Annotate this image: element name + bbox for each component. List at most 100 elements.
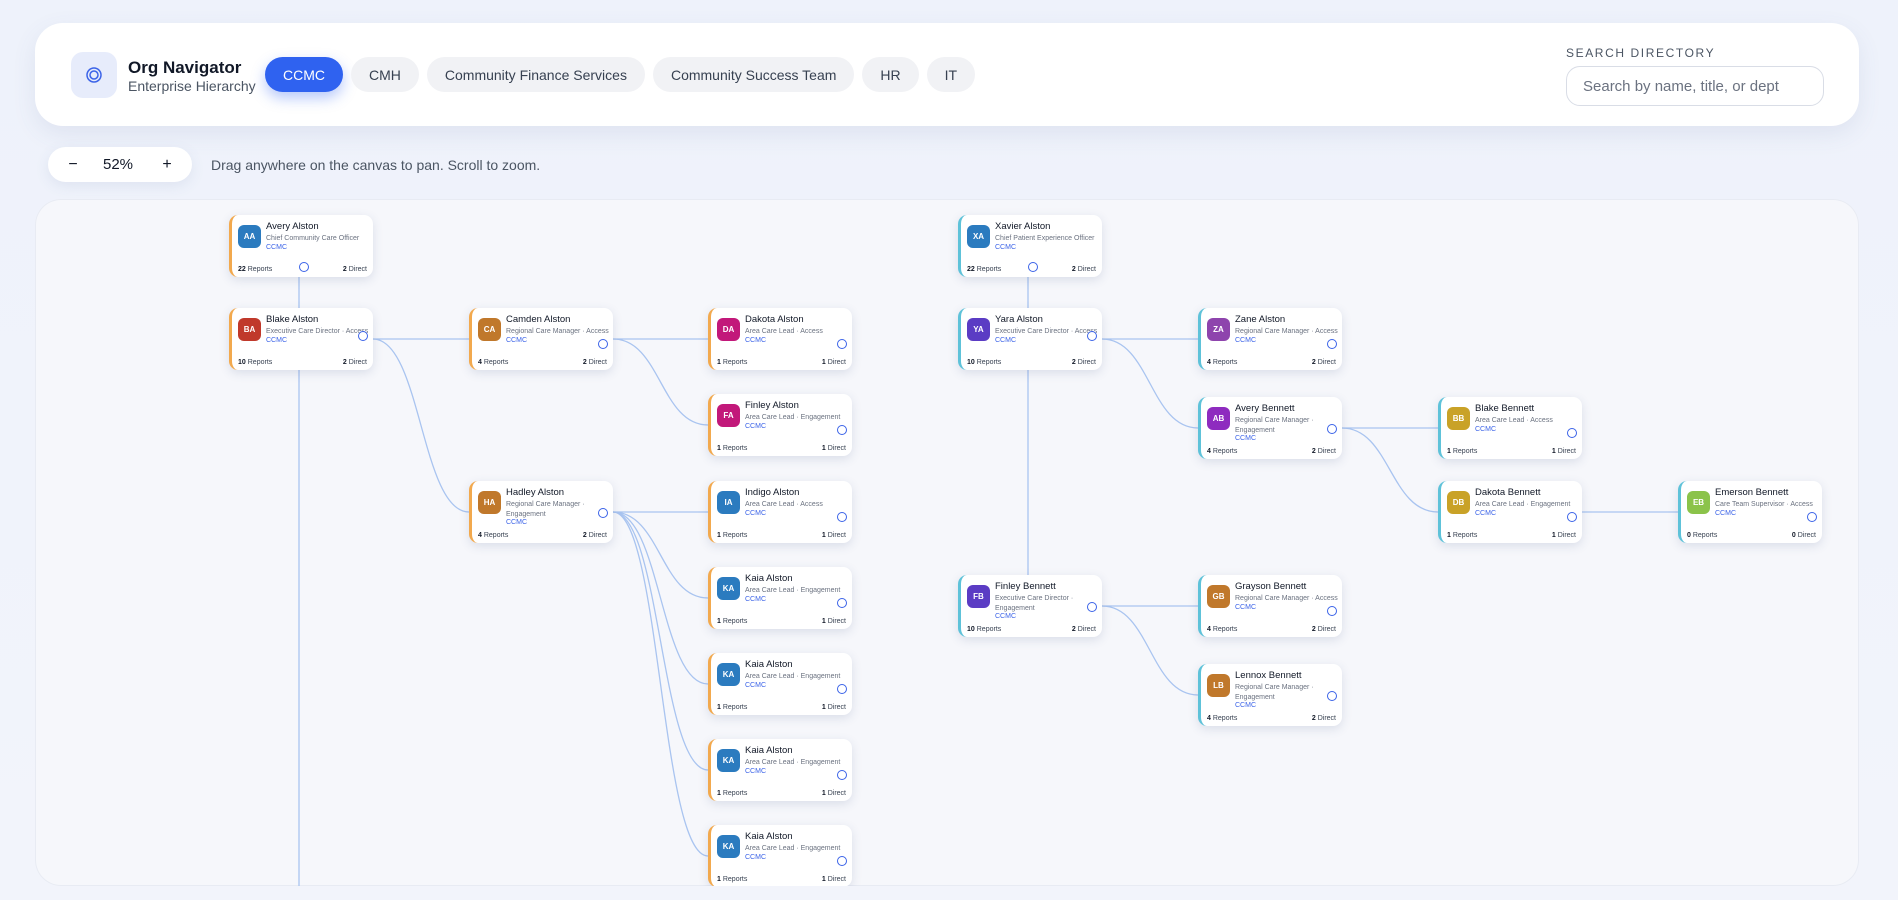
search-input[interactable] [1566,66,1824,106]
org-node-card[interactable]: DA Dakota Alston Area Care Lead · Access CC… [708,308,852,370]
expand-toggle-icon[interactable] [1087,331,1097,341]
reports-label: Reports [722,876,748,883]
direct-value: 2 [1311,715,1316,722]
org-node-card[interactable]: KA Kaia Alston Area Care Lead · Engagement… [708,825,852,886]
reports-count: 10 Reports [967,626,1001,633]
expand-toggle-icon[interactable] [1327,339,1337,349]
org-node-card[interactable]: FA Finley Alston Area Care Lead · Engageme… [708,394,852,456]
org-node-card[interactable]: AB Avery Bennett Regional Care Manager · E… [1198,397,1342,459]
connector-line [1101,605,1199,696]
avatar: ZA [1207,318,1230,341]
zoom-in-button[interactable]: + [155,153,179,177]
node-name: Finley Alston [745,400,799,411]
avatar: AB [1207,407,1230,430]
top-header: Org Navigator Enterprise Hierarchy CCMC … [35,23,1859,126]
reports-value: 10 [967,359,975,366]
node-name: Indigo Alston [745,487,800,498]
avatar: FA [717,404,740,427]
reports-label: Reports [1212,359,1238,366]
node-title: Care Team Supervisor · Access [1715,501,1813,508]
node-name: Kaia Alston [745,831,793,842]
node-department: CCMC [995,243,1016,251]
direct-count: 2 Direct [1072,359,1096,366]
node-title: Executive Care Director · Access [995,328,1098,335]
org-node-card[interactable]: AA Avery Alston Chief Community Care Offic… [229,215,373,277]
node-name: Kaia Alston [745,659,793,670]
direct-count: 1 Direct [822,618,846,625]
org-node-card[interactable]: IA Indigo Alston Area Care Lead · Access CC… [708,481,852,543]
org-node-card[interactable]: CA Camden Alston Regional Care Manager · A… [469,308,613,370]
reports-label: Reports [483,532,509,539]
tab-community-success-team[interactable]: Community Success Team [652,57,855,92]
expand-toggle-icon[interactable] [837,339,847,349]
expand-toggle-icon[interactable] [837,598,847,608]
node-title: Regional Care Manager · Engagement [1235,684,1314,701]
org-node-card[interactable]: EB Emerson Bennett Care Team Supervisor · … [1678,481,1822,543]
node-department: CCMC [995,613,1016,620]
org-node-card[interactable]: LB Lennox Bennett Regional Care Manager · … [1198,664,1342,726]
org-node-card[interactable]: BA Blake Alston Executive Care Director · … [229,308,373,370]
node-department: CCMC [745,422,766,430]
direct-label: Direct [348,266,367,273]
node-department: CCMC [1235,435,1256,442]
org-node-card[interactable]: ZA Zane Alston Regional Care Manager · Acc… [1198,308,1342,370]
app-subtitle: Enterprise Hierarchy [128,78,256,94]
org-node-card[interactable]: KA Kaia Alston Area Care Lead · Engagement… [708,739,852,801]
direct-label: Direct [1077,359,1096,366]
direct-value: 1 [821,704,826,711]
expand-toggle-icon[interactable] [1567,428,1577,438]
org-node-card[interactable]: HA Hadley Alston Regional Care Manager · E… [469,481,613,543]
node-title: Area Care Lead · Access [1475,417,1553,424]
expand-toggle-icon[interactable] [299,262,309,272]
org-node-card[interactable]: KA Kaia Alston Area Care Lead · Engagement… [708,567,852,629]
org-node-card[interactable]: BB Blake Bennett Area Care Lead · Access CC… [1438,397,1582,459]
org-node-card[interactable]: KA Kaia Alston Area Care Lead · Engagement… [708,653,852,715]
tab-it[interactable]: IT [926,57,976,92]
expand-toggle-icon[interactable] [1567,512,1577,522]
org-node-card[interactable]: GB Grayson Bennett Regional Care Manager ·… [1198,575,1342,637]
org-node-card[interactable]: DB Dakota Bennett Area Care Lead · Engagem… [1438,481,1582,543]
expand-toggle-icon[interactable] [1327,606,1337,616]
reports-label: Reports [1212,715,1238,722]
node-name: Avery Alston [266,221,319,232]
zoom-out-button[interactable]: − [61,153,85,177]
avatar: GB [1207,585,1230,608]
reports-value: 1 [1447,532,1451,539]
direct-count: 1 Direct [822,532,846,539]
expand-toggle-icon[interactable] [1327,691,1337,701]
reports-value: 1 [717,359,721,366]
node-name: Emerson Bennett [1715,487,1789,498]
direct-count: 1 Direct [1552,448,1576,455]
reports-count: 10 Reports [967,359,1001,366]
org-node-card[interactable]: FB Finley Bennett Executive Care Director … [958,575,1102,637]
reports-label: Reports [976,626,1002,633]
expand-toggle-icon[interactable] [1807,512,1817,522]
expand-toggle-icon[interactable] [837,856,847,866]
org-chart-canvas[interactable]: AA Avery Alston Chief Community Care Offic… [35,199,1859,886]
expand-toggle-icon[interactable] [598,339,608,349]
expand-toggle-icon[interactable] [358,331,368,341]
expand-toggle-icon[interactable] [837,512,847,522]
tab-ccmc[interactable]: CCMC [265,57,343,92]
expand-toggle-icon[interactable] [1028,262,1038,272]
node-department: CCMC [995,336,1016,344]
expand-toggle-icon[interactable] [1087,602,1097,612]
reports-count: 1 Reports [1447,532,1477,539]
reports-label: Reports [976,359,1002,366]
expand-toggle-icon[interactable] [837,684,847,694]
tab-hr[interactable]: HR [862,57,919,92]
expand-toggle-icon[interactable] [598,508,608,518]
tab-community-finance-services[interactable]: Community Finance Services [426,57,645,92]
expand-toggle-icon[interactable] [837,425,847,435]
expand-toggle-icon[interactable] [837,770,847,780]
reports-value: 10 [967,626,975,633]
expand-toggle-icon[interactable] [1327,424,1337,434]
reports-value: 4 [1207,359,1211,366]
reports-count: 4 Reports [478,359,508,366]
org-node-card[interactable]: YA Yara Alston Executive Care Director · A… [958,308,1102,370]
tab-cmh[interactable]: CMH [351,57,419,92]
org-node-card[interactable]: XA Xavier Alston Chief Patient Experience … [958,215,1102,277]
direct-label: Direct [1317,359,1336,366]
node-department: CCMC [745,853,766,861]
reports-label: Reports [722,618,748,625]
